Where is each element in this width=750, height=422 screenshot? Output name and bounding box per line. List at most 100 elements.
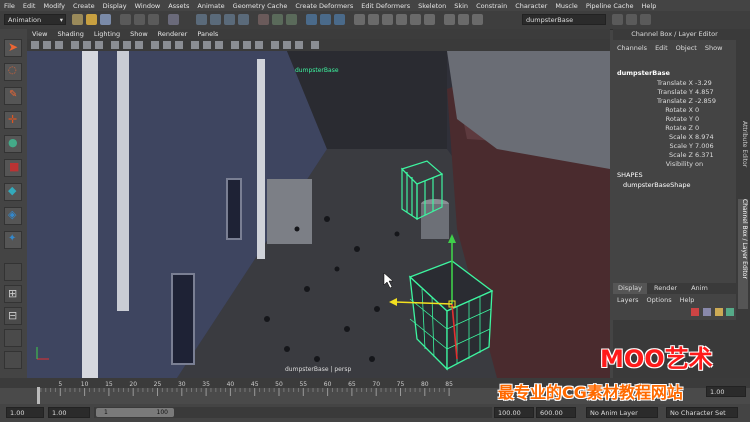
menu-assets[interactable]: Assets xyxy=(164,2,193,10)
show-attribute-editor-icon[interactable] xyxy=(626,14,637,25)
scale-tool-icon[interactable]: ■ xyxy=(4,159,22,177)
last-tool-icon[interactable]: ✦ xyxy=(4,231,22,249)
graph-editor-icon[interactable] xyxy=(368,14,379,25)
viewport-menu-shading[interactable]: Shading xyxy=(52,29,88,39)
input-output-icon[interactable] xyxy=(272,14,283,25)
end-time-field[interactable]: 600.00 xyxy=(536,407,576,418)
snap-plane-icon[interactable] xyxy=(238,14,249,25)
tab-render[interactable]: Render xyxy=(647,283,684,294)
range-slider-handle[interactable]: 1 100 xyxy=(96,408,174,417)
menu-window[interactable]: Window xyxy=(131,2,165,10)
snap-point-icon[interactable] xyxy=(224,14,235,25)
channel-row[interactable]: Rotate X0 xyxy=(613,106,736,115)
history-icon[interactable] xyxy=(258,14,269,25)
viewport-menu-view[interactable]: View xyxy=(27,29,52,39)
channel-value[interactable]: 4.857 xyxy=(695,88,714,97)
playback-end-field[interactable]: 100.00 xyxy=(494,407,534,418)
render-view-icon[interactable] xyxy=(410,14,421,25)
menu-constrain[interactable]: Constrain xyxy=(472,2,511,10)
menu-modify[interactable]: Modify xyxy=(39,2,69,10)
snap-grid-icon[interactable] xyxy=(196,14,207,25)
channel-row[interactable]: Translate Y 4.857 xyxy=(613,88,736,97)
channel-row[interactable]: Rotate Z0 xyxy=(613,124,736,133)
show-channel-box-icon[interactable] xyxy=(612,14,623,25)
move-tool-icon[interactable]: ✛ xyxy=(4,111,22,129)
channel-value[interactable]: 0 xyxy=(695,106,699,115)
menu-options[interactable]: Options xyxy=(643,295,676,306)
channel-value[interactable]: -3.29 xyxy=(695,79,712,88)
menuset-dropdown[interactable]: Animation ▾ xyxy=(4,14,66,25)
channel-row[interactable]: Scale X 8.974 xyxy=(613,133,736,142)
construction-history-icon[interactable] xyxy=(286,14,297,25)
menu-file[interactable]: File xyxy=(0,2,19,10)
menu-skeleton[interactable]: Skeleton xyxy=(414,2,450,10)
hypershade-icon[interactable] xyxy=(354,14,365,25)
channel-value[interactable]: 6.371 xyxy=(695,151,714,160)
open-scene-icon[interactable] xyxy=(86,14,97,25)
current-time-field[interactable]: 1.00 xyxy=(706,386,746,397)
two-pane-layout-icon[interactable]: ⊟ xyxy=(4,307,22,325)
name-field[interactable]: dumpsterBase xyxy=(522,14,606,25)
menu-geometry-cache[interactable]: Geometry Cache xyxy=(229,2,292,10)
new-layer-selected-icon[interactable] xyxy=(703,308,711,316)
tab-attribute-editor[interactable]: Attribute Editor xyxy=(738,121,748,189)
tool-settings-toggle-icon[interactable] xyxy=(472,14,483,25)
layer-delete-icon[interactable] xyxy=(726,308,734,316)
quick-select-icon[interactable] xyxy=(444,14,455,25)
menu-create[interactable]: Create xyxy=(69,2,99,10)
viewport-menu-show[interactable]: Show xyxy=(125,29,153,39)
channel-row[interactable]: Rotate Y0 xyxy=(613,115,736,124)
menu-object[interactable]: Object xyxy=(672,43,701,54)
channel-value[interactable]: 0 xyxy=(695,115,699,124)
menu-help[interactable]: Help xyxy=(638,2,661,10)
perspective-viewport[interactable]: View Shading Lighting Show Renderer Panels du… xyxy=(27,29,610,378)
menu-edit[interactable]: Edit xyxy=(651,43,672,54)
rotate-tool-icon[interactable]: ● xyxy=(4,135,22,153)
menu-character[interactable]: Character xyxy=(511,2,551,10)
menu-create-deformers[interactable]: Create Deformers xyxy=(291,2,357,10)
tab-channel-box[interactable]: Channel Box / Layer Editor xyxy=(738,199,748,309)
range-slider-track[interactable]: 1 100 xyxy=(94,407,492,418)
channel-value[interactable]: 0 xyxy=(695,124,699,133)
channel-row[interactable]: Translate Z -2.859 xyxy=(613,97,736,106)
menu-layers[interactable]: Layers xyxy=(613,295,643,306)
select-tool-icon[interactable]: ➤ xyxy=(4,39,22,57)
shape-node-name[interactable]: dumpsterBaseShape xyxy=(623,181,691,189)
paint-select-tool-icon[interactable]: ✎ xyxy=(4,87,22,105)
new-layer-icon[interactable] xyxy=(691,308,699,316)
select-hierarchy-icon[interactable] xyxy=(120,14,131,25)
channel-value[interactable]: on xyxy=(695,160,703,169)
soft-mod-tool-icon[interactable]: ◈ xyxy=(4,207,22,225)
channel-value[interactable]: 8.974 xyxy=(695,133,714,142)
graph-layout-icon[interactable] xyxy=(4,351,22,369)
select-object-icon[interactable] xyxy=(134,14,145,25)
menu-edit-deformers[interactable]: Edit Deformers xyxy=(357,2,414,10)
dope-sheet-icon[interactable] xyxy=(396,14,407,25)
channel-value[interactable]: -2.859 xyxy=(695,97,716,106)
single-pane-layout-icon[interactable] xyxy=(4,263,22,281)
save-scene-icon[interactable] xyxy=(100,14,111,25)
layer-options-icon[interactable] xyxy=(715,308,723,316)
lasso-tool-icon[interactable]: ◌ xyxy=(4,63,22,81)
viewport-menu-renderer[interactable]: Renderer xyxy=(153,29,193,39)
menu-display[interactable]: Display xyxy=(99,2,131,10)
viewport-menu-panels[interactable]: Panels xyxy=(192,29,223,39)
menu-edit[interactable]: Edit xyxy=(19,2,40,10)
tab-anim[interactable]: Anim xyxy=(684,283,715,294)
channel-row[interactable]: Scale Y 7.006 xyxy=(613,142,736,151)
render-settings-icon[interactable] xyxy=(334,14,345,25)
script-editor-icon[interactable] xyxy=(424,14,435,25)
attribute-editor-toggle-icon[interactable] xyxy=(458,14,469,25)
channel-row[interactable]: Translate X -3.29 xyxy=(613,79,736,88)
four-pane-layout-icon[interactable]: ⊞ xyxy=(4,285,22,303)
mask-icon[interactable] xyxy=(168,14,179,25)
manipulator-tool-icon[interactable]: ◆ xyxy=(4,183,22,201)
menu-animate[interactable]: Animate xyxy=(193,2,228,10)
outliner-layout-icon[interactable] xyxy=(4,329,22,347)
character-set-dropdown[interactable]: No Character Set xyxy=(666,407,738,418)
show-tool-settings-icon[interactable] xyxy=(640,14,651,25)
select-component-icon[interactable] xyxy=(148,14,159,25)
channel-row[interactable]: Scale Z 6.371 xyxy=(613,151,736,160)
channel-value[interactable]: 7.006 xyxy=(695,142,714,151)
menu-skin[interactable]: Skin xyxy=(450,2,472,10)
